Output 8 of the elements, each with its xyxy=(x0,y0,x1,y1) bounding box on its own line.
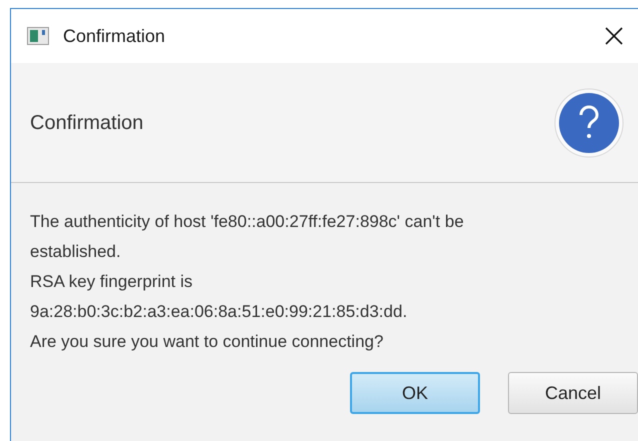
question-icon xyxy=(553,86,625,158)
ok-button[interactable]: OK xyxy=(350,372,480,414)
window-title: Confirmation xyxy=(63,24,166,48)
header-title: Confirmation xyxy=(30,110,144,136)
cancel-button[interactable]: Cancel xyxy=(508,372,638,414)
close-icon xyxy=(605,27,623,45)
app-icon xyxy=(27,27,49,45)
message-text: The authenticity of host 'fe80::a00:27ff:fe27:898c' can't be established. RSA key fingerprint is 9a:28:b0:3c:b2:a3:ea:06:8a:51:e0:99:21:85:d3:dd. Are you sure you want to continue connecting? xyxy=(30,211,465,353)
